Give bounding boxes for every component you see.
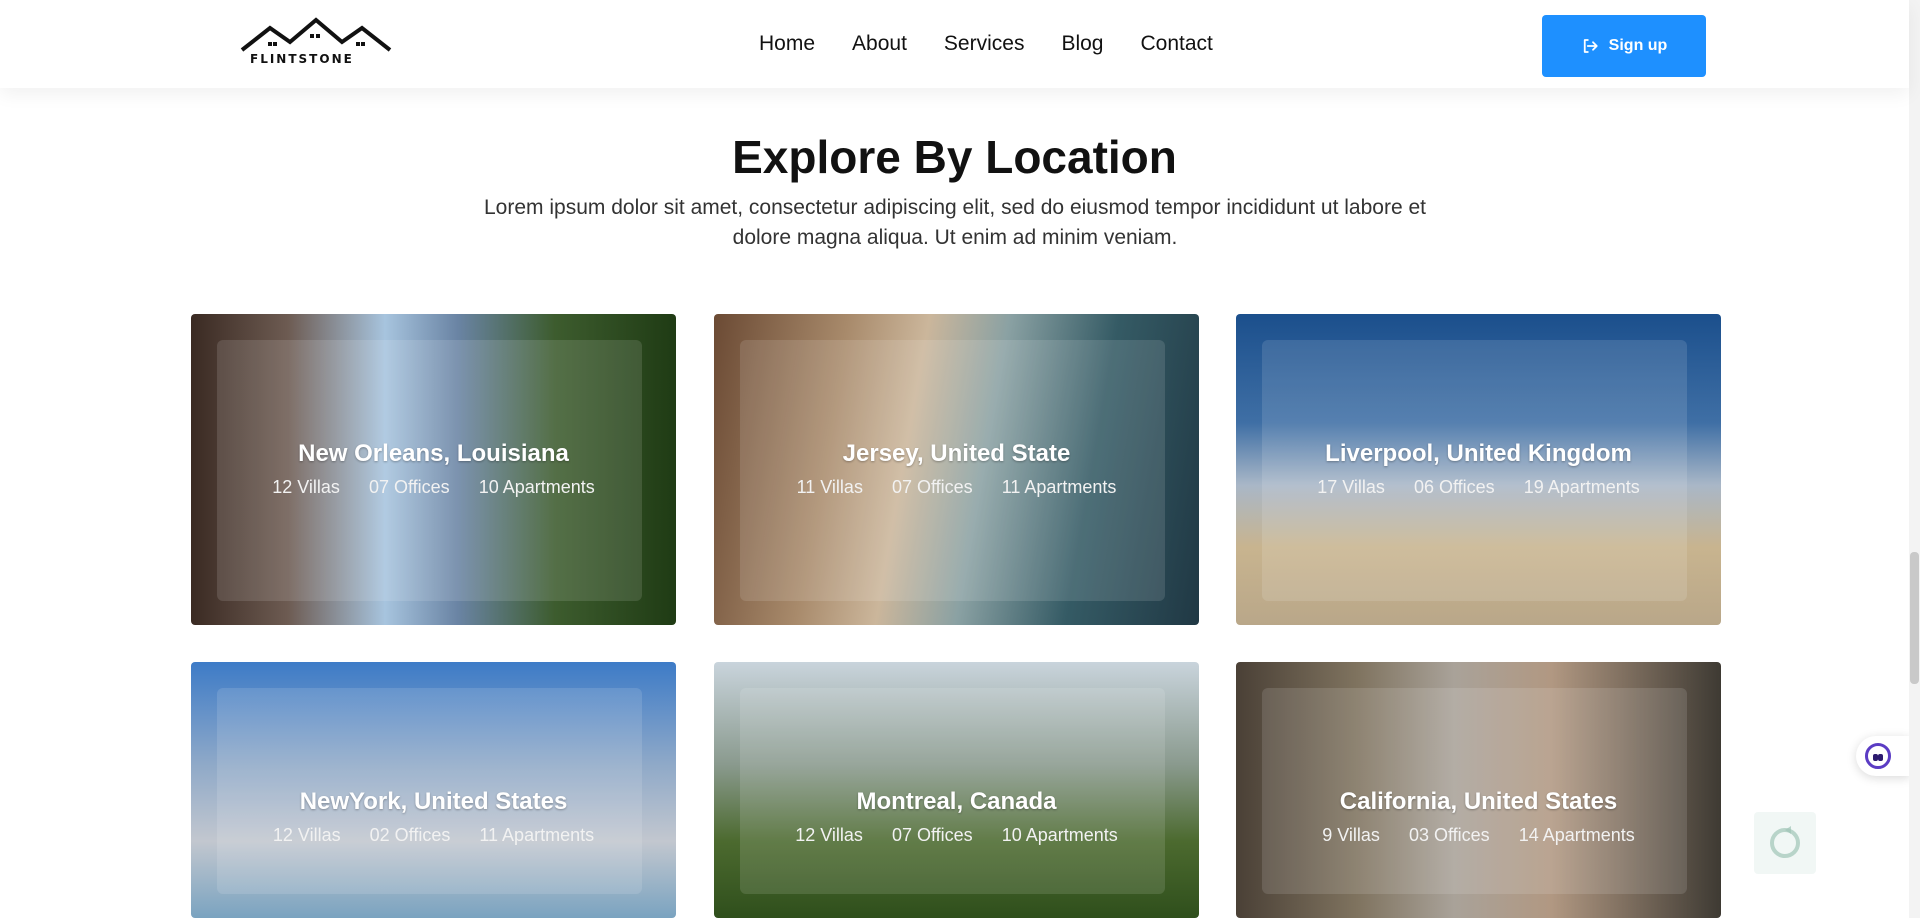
villas-count: 12 Villas (795, 825, 863, 845)
location-card[interactable]: Montreal, Canada 12 Villas 07 Offices 10… (714, 662, 1199, 918)
villas-count: 12 Villas (272, 477, 340, 497)
card-overlay (740, 340, 1165, 601)
brand-logo[interactable]: FLINTSTONE (240, 16, 392, 68)
offices-count: 07 Offices (891, 477, 973, 497)
location-name: NewYork, United States (299, 788, 568, 815)
house-roof-icon (240, 17, 392, 52)
offices-count: 07 Offices (368, 477, 450, 497)
villas-count: 9 Villas (1322, 825, 1380, 845)
nav-services[interactable]: Services (944, 32, 1025, 56)
location-card[interactable]: Jersey, United State 11 Villas 07 Office… (714, 314, 1199, 625)
nav-about[interactable]: About (852, 32, 907, 56)
recaptcha-icon (1770, 826, 1800, 858)
apartments-count: 19 Apartments (1523, 477, 1640, 497)
page-scrollbar[interactable] (1909, 0, 1920, 918)
villas-count: 12 Villas (272, 825, 341, 845)
apartments-count: 10 Apartments (1001, 825, 1118, 845)
villas-count: 11 Villas (796, 477, 863, 497)
location-card[interactable]: NewYork, United States 12 Villas 02 Offi… (191, 662, 676, 918)
location-stats: 12 Villas 02 Offices 11 Apartments (191, 825, 676, 846)
scrollbar-thumb[interactable] (1910, 552, 1919, 684)
location-name: Jersey, United State (842, 440, 1071, 467)
location-card[interactable]: New Orleans, Louisiana 12 Villas 07 Offi… (191, 314, 676, 625)
location-stats: 11 Villas 07 Offices 11 Apartments (714, 477, 1199, 498)
location-name: New Orleans, Louisiana (298, 440, 569, 467)
section-title: Explore By Location (732, 131, 1177, 183)
location-stats: 9 Villas 03 Offices 14 Apartments (1236, 825, 1721, 846)
apartments-count: 10 Apartments (478, 477, 595, 497)
chat-widget-button[interactable] (1856, 736, 1910, 776)
signup-button[interactable]: Sign up (1542, 15, 1706, 77)
location-card[interactable]: Liverpool, United Kingdom 17 Villas 06 O… (1236, 314, 1721, 625)
chat-bot-icon (1865, 743, 1891, 769)
nav-blog[interactable]: Blog (1061, 32, 1103, 56)
nav-contact[interactable]: Contact (1140, 32, 1212, 56)
location-stats: 12 Villas 07 Offices 10 Apartments (714, 825, 1199, 846)
recaptcha-badge[interactable] (1754, 812, 1816, 874)
location-name: California, United States (1339, 788, 1618, 815)
brand-name: FLINTSTONE (250, 52, 354, 66)
location-stats: 12 Villas 07 Offices 10 Apartments (191, 477, 676, 498)
location-name: Montreal, Canada (856, 788, 1057, 815)
villas-count: 17 Villas (1317, 477, 1385, 497)
apartments-count: 11 Apartments (479, 825, 595, 845)
card-overlay (217, 340, 642, 601)
apartments-count: 14 Apartments (1518, 825, 1635, 845)
sign-in-icon (1583, 39, 1598, 53)
card-overlay (1262, 340, 1687, 601)
main-nav: Home About Services Blog Contact (759, 32, 1250, 56)
offices-count: 07 Offices (891, 825, 973, 845)
location-card[interactable]: California, United States 9 Villas 03 Of… (1236, 662, 1721, 918)
section-subtitle: Lorem ipsum dolor sit amet, consectetur … (484, 196, 1426, 249)
site-header: FLINTSTONE Home About Services Blog Cont… (0, 0, 1909, 88)
apartments-count: 11 Apartments (1001, 477, 1117, 497)
nav-home[interactable]: Home (759, 32, 815, 56)
offices-count: 06 Offices (1413, 477, 1495, 497)
location-stats: 17 Villas 06 Offices 19 Apartments (1236, 477, 1721, 498)
signup-label: Sign up (1608, 37, 1668, 54)
offices-count: 03 Offices (1408, 825, 1490, 845)
offices-count: 02 Offices (369, 825, 451, 845)
location-name: Liverpool, United Kingdom (1325, 440, 1632, 467)
